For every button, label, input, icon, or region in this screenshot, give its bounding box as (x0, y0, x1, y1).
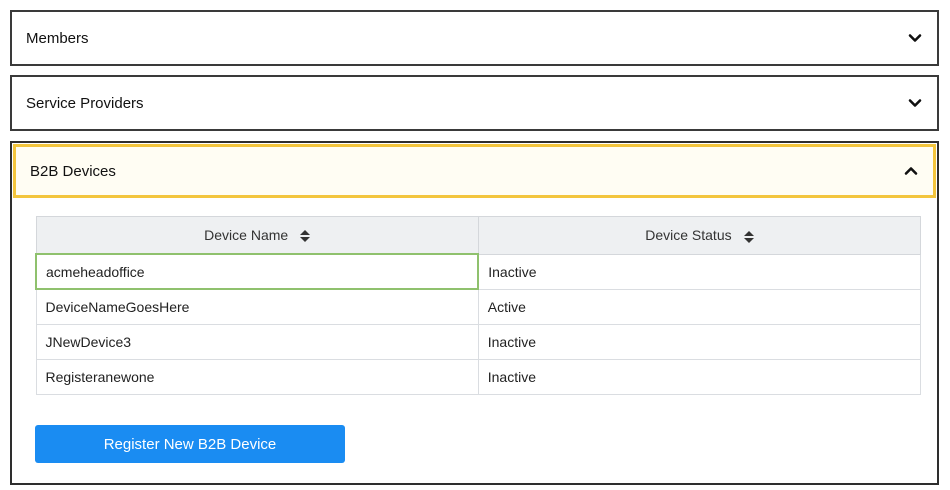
column-header-device-name[interactable]: Device Name (35, 216, 479, 255)
register-new-b2b-device-button[interactable]: Register New B2B Device (35, 425, 345, 463)
sort-icon[interactable] (743, 230, 754, 243)
sort-icon[interactable] (300, 230, 311, 243)
device-status-cell: Inactive (477, 323, 921, 360)
members-panel: Members (10, 10, 939, 66)
devices-table-scroll[interactable]: Device Name Device Status acmeheadoffice… (35, 216, 921, 401)
table-row[interactable]: acmeheadoffice Inactive (35, 253, 921, 290)
table-header-row: Device Name Device Status (35, 216, 921, 255)
button-label: Register New B2B Device (103, 435, 277, 453)
service-providers-panel-header[interactable]: Service Providers (12, 77, 937, 129)
b2b-devices-panel-header[interactable]: B2B Devices (13, 144, 936, 198)
members-panel-header[interactable]: Members (12, 12, 937, 64)
device-name-cell[interactable]: DeviceNameGoesHere (35, 288, 479, 325)
device-status-cell: Inactive (477, 253, 921, 290)
chevron-down-icon[interactable] (907, 95, 923, 111)
column-header-label: Device Name (204, 227, 289, 243)
service-providers-panel: Service Providers (10, 75, 939, 131)
device-name-cell[interactable]: Registeranewone (35, 358, 479, 395)
device-name-cell[interactable]: JNewDevice3 (35, 323, 479, 360)
chevron-up-icon[interactable] (903, 163, 919, 179)
device-status-cell: Active (477, 288, 921, 325)
table-row[interactable]: Registeranewone Inactive (35, 358, 921, 395)
devices-table: Device Name Device Status acmeheadoffice… (35, 216, 921, 395)
table-row[interactable]: DeviceNameGoesHere Active (35, 288, 921, 325)
device-status-cell: Inactive (477, 358, 921, 395)
b2b-devices-panel: B2B Devices Device Name Device Status ac… (10, 141, 939, 485)
panel-title: Members (26, 29, 89, 47)
device-name-cell[interactable]: acmeheadoffice (35, 253, 480, 290)
panel-title: Service Providers (26, 94, 144, 112)
table-row[interactable]: JNewDevice3 Inactive (35, 323, 921, 360)
chevron-down-icon[interactable] (907, 30, 923, 46)
column-header-label: Device Status (645, 227, 732, 244)
panel-title: B2B Devices (30, 162, 116, 180)
column-header-device-status[interactable]: Device Status (477, 216, 921, 255)
